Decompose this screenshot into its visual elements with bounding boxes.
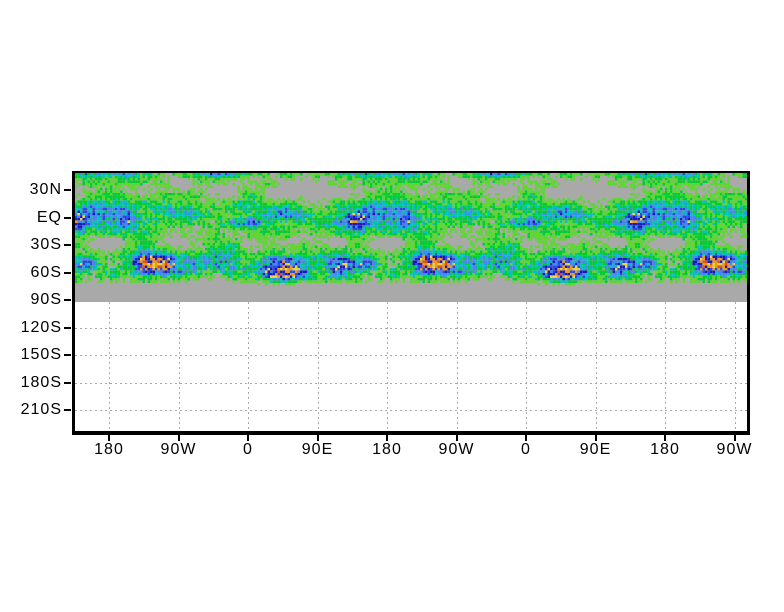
x-tick-label: 90W [438,441,475,458]
gridline-vertical [734,302,736,431]
y-tick-mark [64,216,71,219]
y-tick-mark [64,299,71,301]
y-tick-mark [64,326,71,329]
x-tick-label: 90W [160,441,197,458]
gridline-vertical [456,302,458,431]
y-tick-mark [64,354,71,356]
x-tick-label: 90E [579,441,612,458]
y-tick-label: 180S [20,373,62,391]
gridline-vertical [665,302,666,431]
x-tick-label: 180 [94,441,124,458]
figure: 30N EQ 30S 60S 90S 120S 150S 180S 210S 180 90W 0 90E… [0,0,784,612]
y-tick-label: EQ [36,208,62,226]
x-tick-label: 0 [521,441,531,458]
gridline-horizontal [75,327,747,329]
field-heatmap [75,173,747,302]
gridline-vertical [248,302,249,431]
gridline-vertical [526,302,527,431]
y-tick-label: 30N [29,181,62,198]
y-tick-label: 210S [20,401,62,418]
y-tick-label: 90S [30,291,62,308]
gridline-vertical [387,302,388,431]
gridline-horizontal [75,355,747,356]
y-tick-mark [64,409,71,411]
y-tick-label: 30S [30,236,62,253]
x-tick-label: 90W [716,441,753,458]
x-tick-label: 180 [650,441,680,458]
y-tick-mark [64,189,71,191]
y-tick-mark [64,271,71,274]
y-tick-label: 120S [20,318,62,336]
x-tick-label: 0 [243,441,253,458]
gridline-horizontal [75,410,747,411]
gridline-vertical [109,302,110,431]
x-tick-label: 90E [301,441,334,458]
gridline-vertical [178,302,180,431]
y-tick-label: 60S [30,263,62,281]
x-tick-label: 180 [372,441,402,458]
gridline-vertical [595,302,597,431]
y-tick-mark [64,244,71,246]
y-tick-label: 150S [20,346,62,363]
y-tick-mark [64,381,71,384]
gridline-vertical [317,302,319,431]
plot-frame [72,171,750,435]
gridline-horizontal [75,382,747,384]
